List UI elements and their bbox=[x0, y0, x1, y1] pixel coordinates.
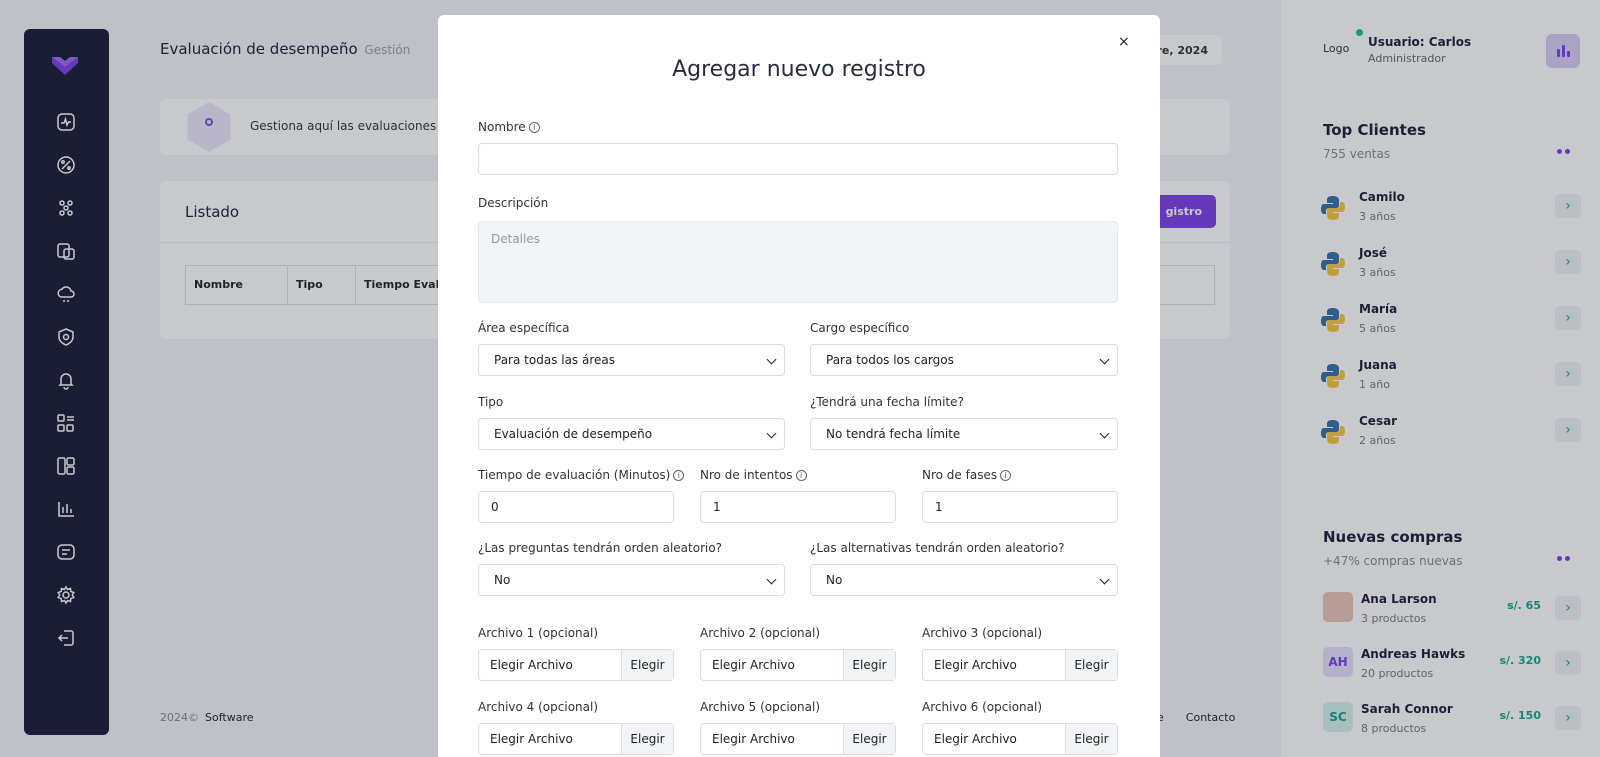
cargo-label: Cargo específico bbox=[810, 321, 910, 335]
cargo-select[interactable]: Para todos los cargos bbox=[810, 344, 1118, 376]
tipo-label: Tipo bbox=[478, 395, 504, 409]
tipo-select[interactable]: Evaluación de desempeño bbox=[478, 418, 785, 450]
nombre-label: Nombre i bbox=[478, 120, 540, 134]
fecha-limite-select[interactable]: No tendrá fecha límite bbox=[810, 418, 1118, 450]
cargo-select-value: Para todos los cargos bbox=[826, 353, 954, 367]
archivo-1-placeholder: Elegir Archivo bbox=[490, 658, 573, 672]
archivo-5-input[interactable]: Elegir Archivo Elegir bbox=[700, 723, 896, 755]
info-icon: i bbox=[795, 470, 807, 481]
archivo-2-button[interactable]: Elegir bbox=[843, 650, 895, 680]
archivo-4-placeholder: Elegir Archivo bbox=[490, 732, 573, 746]
archivo-4-button[interactable]: Elegir bbox=[621, 724, 673, 754]
preguntas-select[interactable]: No bbox=[478, 564, 785, 596]
tiempo-input[interactable]: 0 bbox=[478, 491, 674, 523]
add-record-modal: × Agregar nuevo registro Nombre i Descrip… bbox=[438, 15, 1160, 757]
archivo-2-label: Archivo 2 (opcional) bbox=[700, 626, 821, 640]
chevron-down-icon bbox=[766, 354, 777, 365]
chevron-down-icon bbox=[1099, 574, 1110, 585]
archivo-4-label: Archivo 4 (opcional) bbox=[478, 700, 599, 714]
archivo-2-placeholder: Elegir Archivo bbox=[712, 658, 795, 672]
archivo-5-button[interactable]: Elegir bbox=[843, 724, 895, 754]
alternativas-select[interactable]: No bbox=[810, 564, 1118, 596]
archivo-3-label: Archivo 3 (opcional) bbox=[922, 626, 1043, 640]
archivo-5-label: Archivo 5 (opcional) bbox=[700, 700, 821, 714]
archivo-6-placeholder: Elegir Archivo bbox=[934, 732, 1017, 746]
intentos-label-text: Nro de intentos bbox=[700, 468, 793, 482]
area-label: Área específica bbox=[478, 321, 570, 335]
tiempo-label: Tiempo de evaluación (Minutos) i bbox=[478, 468, 685, 482]
archivo-1-input[interactable]: Elegir Archivo Elegir bbox=[478, 649, 674, 681]
tipo-select-value: Evaluación de desempeño bbox=[494, 427, 653, 441]
modal-title: Agregar nuevo registro bbox=[672, 57, 926, 82]
preguntas-label: ¿Las preguntas tendrán orden aleatorio? bbox=[478, 541, 723, 555]
archivo-2-input[interactable]: Elegir Archivo Elegir bbox=[700, 649, 896, 681]
fases-label: Nro de fases i bbox=[922, 468, 1012, 482]
fases-input[interactable]: 1 bbox=[922, 491, 1118, 523]
info-icon: i bbox=[528, 122, 540, 133]
close-icon[interactable]: × bbox=[1118, 34, 1130, 50]
tiempo-label-text: Tiempo de evaluación (Minutos) bbox=[478, 468, 671, 482]
preguntas-select-value: No bbox=[494, 573, 511, 587]
archivo-6-label: Archivo 6 (opcional) bbox=[922, 700, 1043, 714]
descripcion-textarea[interactable]: Detalles bbox=[478, 221, 1118, 303]
nombre-label-text: Nombre bbox=[478, 120, 526, 134]
fecha-limite-label: ¿Tendrá una fecha límite? bbox=[810, 395, 964, 409]
chevron-down-icon bbox=[1099, 428, 1110, 439]
chevron-down-icon bbox=[1099, 354, 1110, 365]
area-select-value: Para todas las áreas bbox=[494, 353, 616, 367]
descripcion-label: Descripción bbox=[478, 196, 549, 210]
info-icon: i bbox=[1000, 470, 1012, 481]
nombre-input[interactable] bbox=[478, 143, 1118, 175]
archivo-3-input[interactable]: Elegir Archivo Elegir bbox=[922, 649, 1118, 681]
archivo-5-placeholder: Elegir Archivo bbox=[712, 732, 795, 746]
archivo-3-button[interactable]: Elegir bbox=[1065, 650, 1117, 680]
alternativas-label: ¿Las alternativas tendrán orden aleatori… bbox=[810, 541, 1065, 555]
intentos-label: Nro de intentos i bbox=[700, 468, 807, 482]
intentos-input[interactable]: 1 bbox=[700, 491, 896, 523]
info-icon: i bbox=[673, 470, 685, 481]
archivo-1-button[interactable]: Elegir bbox=[621, 650, 673, 680]
archivo-6-input[interactable]: Elegir Archivo Elegir bbox=[922, 723, 1118, 755]
fases-label-text: Nro de fases bbox=[922, 468, 998, 482]
area-select[interactable]: Para todas las áreas bbox=[478, 344, 785, 376]
chevron-down-icon bbox=[766, 428, 777, 439]
archivo-6-button[interactable]: Elegir bbox=[1065, 724, 1117, 754]
fecha-limite-select-value: No tendrá fecha límite bbox=[826, 427, 961, 441]
alternativas-select-value: No bbox=[826, 573, 843, 587]
archivo-4-input[interactable]: Elegir Archivo Elegir bbox=[478, 723, 674, 755]
archivo-3-placeholder: Elegir Archivo bbox=[934, 658, 1017, 672]
archivo-1-label: Archivo 1 (opcional) bbox=[478, 626, 599, 640]
chevron-down-icon bbox=[766, 574, 777, 585]
